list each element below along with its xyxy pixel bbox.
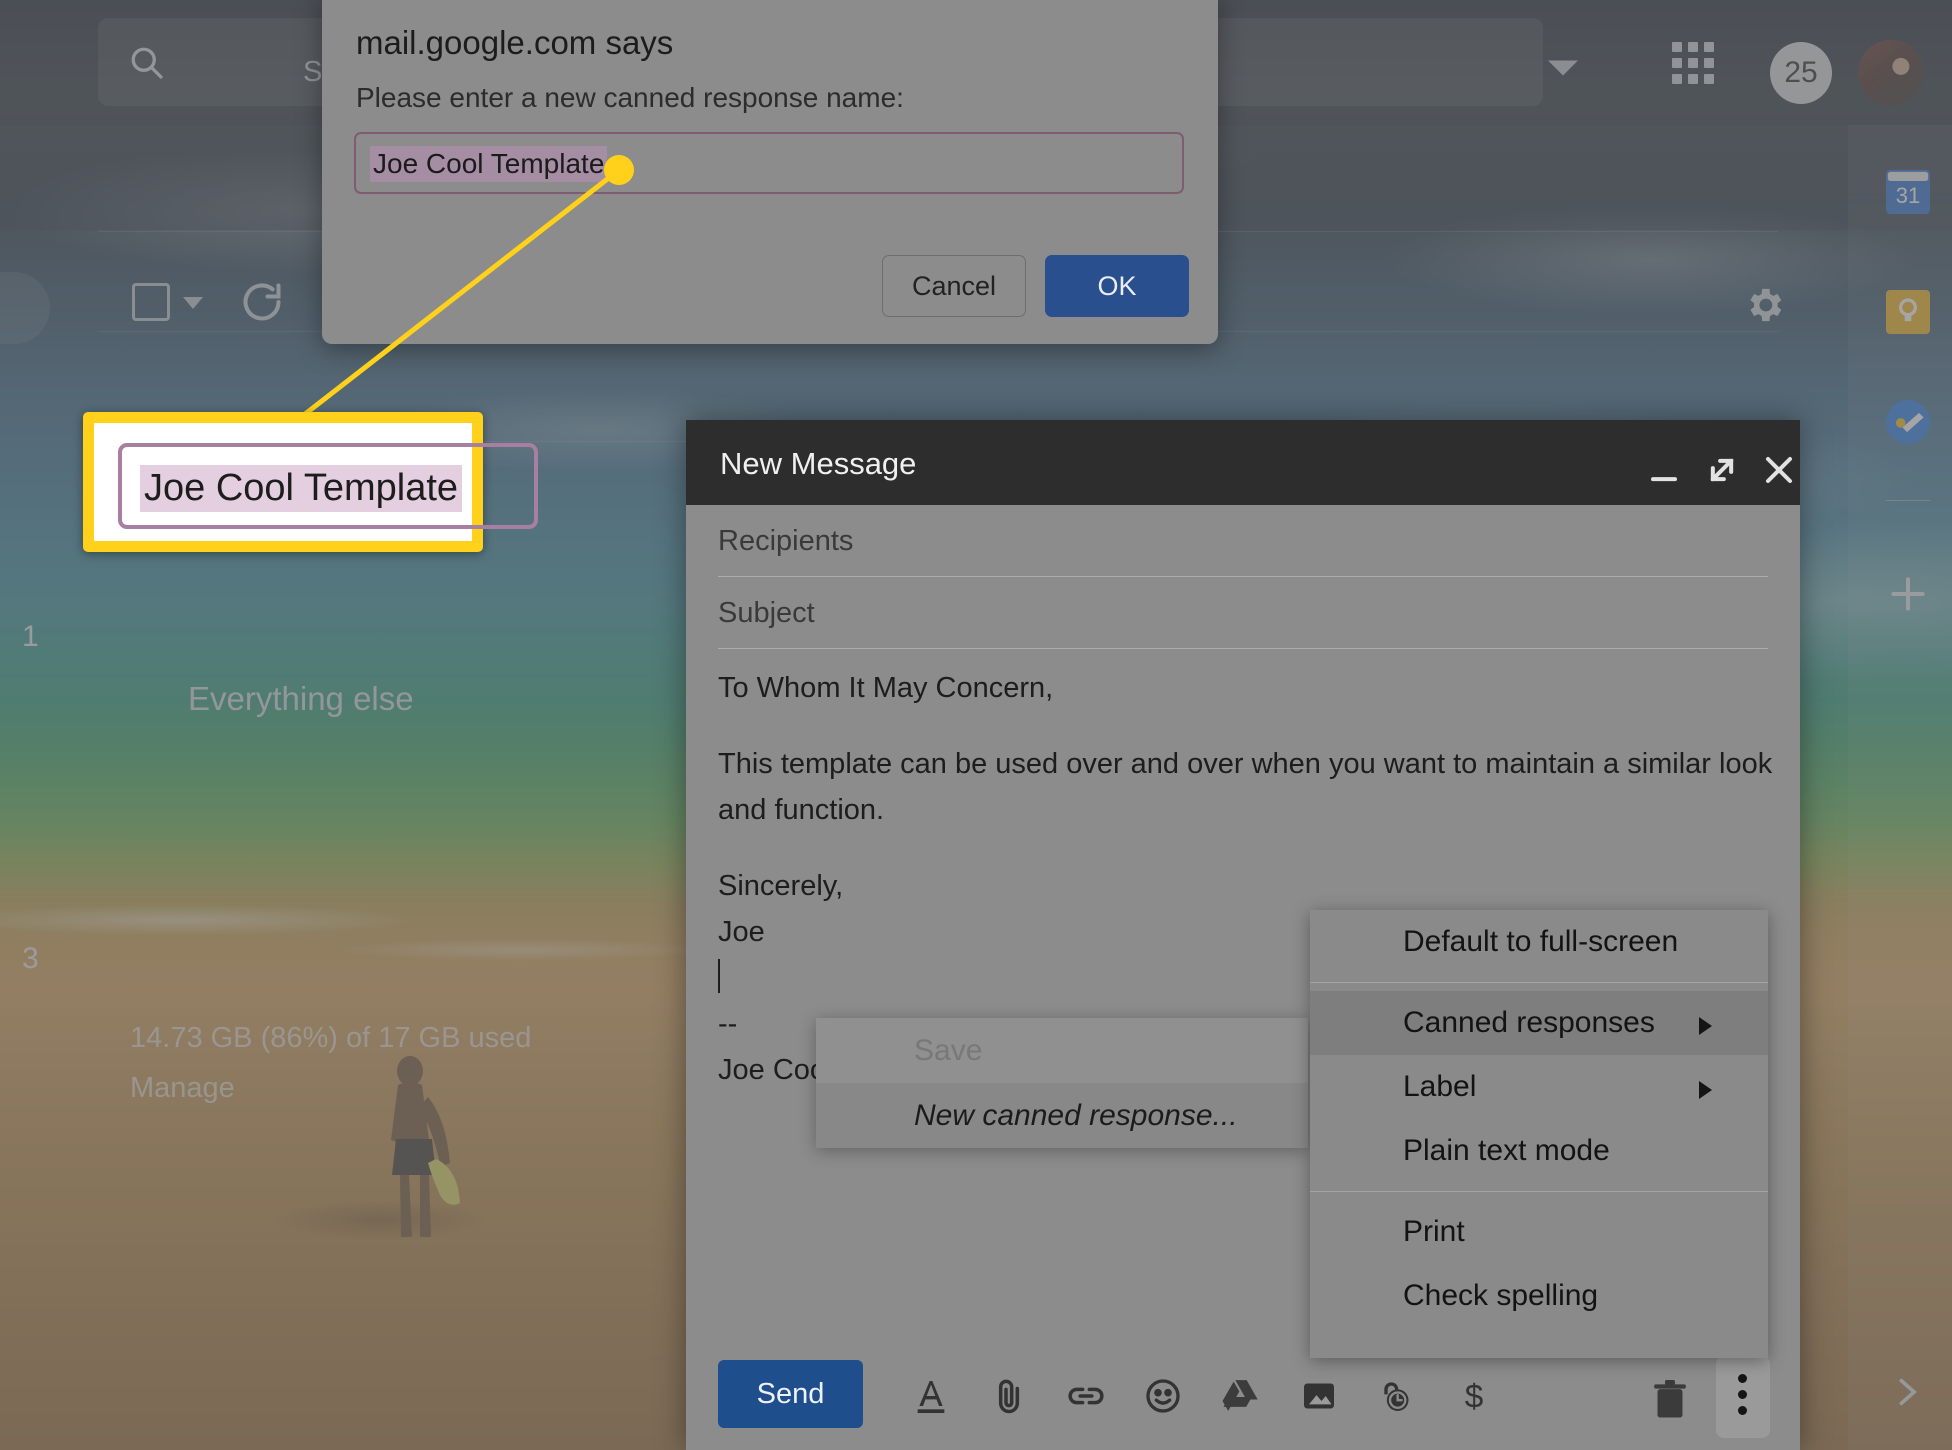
recipients-label: Recipients: [718, 525, 854, 557]
menu-item-label-text: Label: [1403, 1070, 1477, 1103]
callout-text: Joe Cool Template: [140, 465, 463, 512]
menu-item-print[interactable]: Print: [1310, 1200, 1768, 1264]
canned-responses-submenu: Save New canned response...: [816, 1018, 1308, 1148]
menu-item-label: Canned responses: [1403, 1006, 1655, 1039]
callout-anchor-dot: [604, 155, 634, 185]
input-value-text: Joe Cool Template: [370, 146, 608, 182]
menu-item-default-to-full-screen[interactable]: Default to full-screen: [1310, 910, 1768, 974]
insert-photo-icon[interactable]: [1299, 1376, 1339, 1416]
send-button[interactable]: Send: [718, 1360, 863, 1428]
insert-money-icon[interactable]: $: [1454, 1376, 1494, 1416]
dialog-prompt-text: Please enter a new canned response name:: [356, 82, 904, 113]
compose-header: New Message: [686, 420, 1800, 505]
menu-item-plain-text-mode[interactable]: Plain text mode: [1310, 1119, 1768, 1183]
body-paragraph: This template can be used over and over …: [718, 748, 1773, 826]
menu-item-check-spelling[interactable]: Check spelling: [1310, 1264, 1768, 1328]
canned-response-name-input[interactable]: Joe Cool Template: [354, 132, 1184, 194]
format-text-icon[interactable]: [911, 1376, 951, 1416]
attach-file-icon[interactable]: [989, 1376, 1029, 1416]
google-drive-icon[interactable]: [1221, 1376, 1261, 1416]
menu-divider: [1310, 1191, 1768, 1192]
menu-divider: [1310, 982, 1768, 983]
subject-field[interactable]: Subject: [718, 577, 1768, 649]
chevron-right-icon: [1699, 1081, 1712, 1099]
confidential-mode-icon[interactable]: [1376, 1376, 1416, 1416]
submenu-item-new-canned-response[interactable]: New canned response...: [816, 1083, 1308, 1148]
body-greeting: To Whom It May Concern,: [718, 672, 1054, 704]
callout-zoom-box: Joe Cool Template: [83, 412, 538, 552]
delete-draft-icon[interactable]: [1650, 1378, 1690, 1422]
expand-icon[interactable]: [1700, 448, 1744, 492]
cancel-button[interactable]: Cancel: [882, 255, 1026, 317]
minimize-icon[interactable]: [1642, 448, 1686, 492]
compose-title: New Message: [720, 446, 917, 481]
insert-link-icon[interactable]: [1066, 1376, 1106, 1416]
chevron-right-icon: [1699, 1017, 1712, 1035]
ok-button[interactable]: OK: [1045, 255, 1189, 317]
compose-options-menu: Default to full-screen Canned responses …: [1310, 910, 1768, 1358]
svg-text:$: $: [1465, 1379, 1484, 1416]
compose-more-options-button[interactable]: [1716, 1356, 1770, 1438]
callout-input-replica: Joe Cool Template: [118, 443, 538, 529]
submenu-item-save: Save: [914, 1033, 983, 1067]
recipients-field[interactable]: Recipients: [718, 505, 1768, 577]
body-signoff: Sincerely,: [718, 870, 844, 902]
dialog-origin-text: mail.google.com says: [356, 24, 674, 61]
close-icon[interactable]: [1757, 448, 1801, 492]
menu-item-label[interactable]: Label: [1310, 1055, 1768, 1119]
insert-emoji-icon[interactable]: [1143, 1376, 1183, 1416]
subject-label: Subject: [718, 597, 815, 629]
menu-item-canned-responses[interactable]: Canned responses: [1310, 991, 1768, 1055]
